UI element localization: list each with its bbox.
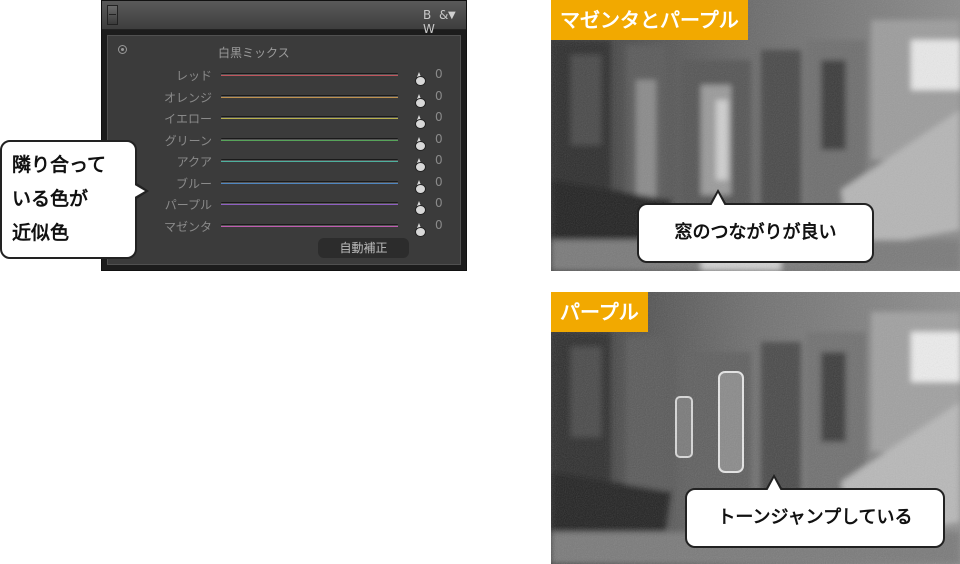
slider-track[interactable] xyxy=(221,201,426,215)
window-connection-callout: 窓のつながりが良い xyxy=(637,189,874,263)
slider-row-magenta: マゼンタ 0 xyxy=(108,217,462,237)
slider-track[interactable] xyxy=(221,180,426,194)
slider-track[interactable] xyxy=(221,72,426,86)
slider-label: グリーン xyxy=(164,134,212,148)
slider-track[interactable] xyxy=(221,115,426,129)
adjacent-colors-callout: 隣り合って いる色が 近似色 xyxy=(0,140,149,259)
slider-label: アクア xyxy=(176,155,212,169)
track-color-bar xyxy=(221,118,398,119)
photo-purple: パープル トーンジャンプしている xyxy=(551,292,960,564)
slider-value[interactable]: 0 xyxy=(435,132,443,146)
slider-row-blue: ブルー 0 xyxy=(108,174,462,194)
slider-value[interactable]: 0 xyxy=(435,196,443,210)
slider-value[interactable]: 0 xyxy=(435,218,443,232)
track-color-bar xyxy=(221,161,398,162)
panel-menu-arrow-icon[interactable]: ▼ xyxy=(448,10,456,21)
slider-label: パープル xyxy=(164,198,212,212)
slider-track[interactable] xyxy=(221,137,426,151)
track-color-bar xyxy=(221,97,398,98)
track-color-bar xyxy=(221,75,398,76)
slider-thumb[interactable] xyxy=(415,180,426,194)
slider-thumb[interactable] xyxy=(415,158,426,172)
track-color-bar xyxy=(221,183,398,184)
slider-row-orange: オレンジ 0 xyxy=(108,88,462,108)
slider-label: レッド xyxy=(175,69,212,83)
callout-line: いる色が xyxy=(12,188,89,210)
bw-panel: B & W ▼ 白黒ミックス レッド 0 オレンジ 0 イエロー 0 グリーン … xyxy=(101,0,467,271)
track-color-bar xyxy=(221,226,398,227)
callout-tail xyxy=(133,182,149,200)
callout-text: 窓のつながりが良い xyxy=(674,222,837,243)
target-adjust-icon[interactable] xyxy=(118,45,127,54)
panel-title: B & W xyxy=(423,8,451,36)
slider-track[interactable] xyxy=(221,223,426,237)
slider-value[interactable]: 0 xyxy=(435,153,443,167)
callout-text: トーンジャンプしている xyxy=(717,507,913,528)
slider-track[interactable] xyxy=(221,158,426,172)
panel-header: B & W ▼ xyxy=(102,1,466,36)
slider-thumb[interactable] xyxy=(415,72,426,86)
photo-label: マゼンタとパープル xyxy=(551,0,748,40)
slider-thumb[interactable] xyxy=(415,137,426,151)
callout-line: 隣り合って xyxy=(12,154,107,176)
photo-magenta-purple: マゼンタとパープル 窓のつながりが良い xyxy=(551,0,960,271)
slider-row-red: レッド 0 xyxy=(108,66,462,86)
slider-thumb[interactable] xyxy=(415,201,426,215)
panel-subtitle: 白黒ミックス xyxy=(218,46,290,60)
slider-row-green: グリーン 0 xyxy=(108,131,462,151)
slider-row-aqua: アクア 0 xyxy=(108,152,462,172)
track-color-bar xyxy=(221,140,398,141)
slider-value[interactable]: 0 xyxy=(435,67,443,81)
slider-track[interactable] xyxy=(221,94,426,108)
auto-adjust-button[interactable]: 自動補正 xyxy=(318,238,409,258)
panel-body: 白黒ミックス レッド 0 オレンジ 0 イエロー 0 グリーン 0 アクア 0 … xyxy=(107,35,461,265)
callout-tail xyxy=(765,474,783,491)
slider-row-yellow: イエロー 0 xyxy=(108,109,462,129)
slider-label: オレンジ xyxy=(163,91,212,105)
slider-label: ブルー xyxy=(175,177,212,191)
slider-thumb[interactable] xyxy=(415,94,426,108)
slider-value[interactable]: 0 xyxy=(435,89,443,103)
slider-thumb[interactable] xyxy=(415,115,426,129)
photo-label: パープル xyxy=(551,292,648,332)
tone-jump-callout: トーンジャンプしている xyxy=(685,474,945,548)
callout-tail xyxy=(709,189,727,206)
slider-row-purple: パープル 0 xyxy=(108,195,462,215)
slider-value[interactable]: 0 xyxy=(435,175,443,189)
slider-label: イエロー xyxy=(164,112,212,126)
slider-label: マゼンタ xyxy=(163,220,212,234)
slider-thumb[interactable] xyxy=(415,223,426,237)
slider-value[interactable]: 0 xyxy=(435,110,443,124)
track-color-bar xyxy=(221,204,398,205)
panel-collapse-button[interactable] xyxy=(107,5,118,25)
callout-line: 近似色 xyxy=(12,222,70,244)
